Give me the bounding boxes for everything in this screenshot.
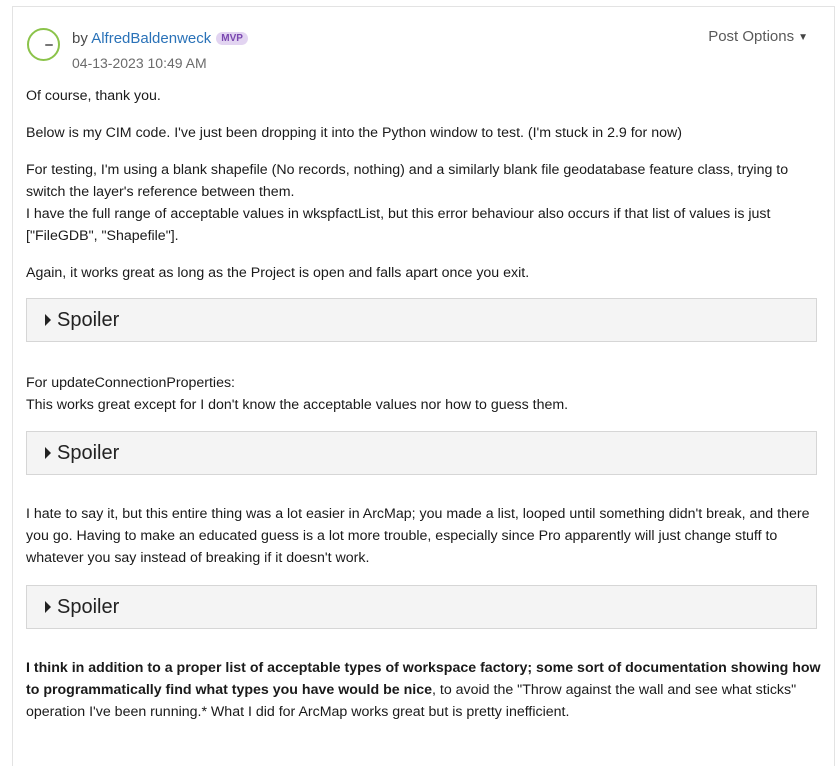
post-time-value: 10:49 AM	[147, 55, 207, 71]
spoiler-toggle[interactable]: Spoiler	[26, 298, 817, 342]
forum-post: by AlfredBaldenweck MVP 04-13-2023 10:49 …	[12, 6, 835, 766]
paragraph: I hate to say it, but this entire thing …	[26, 506, 810, 566]
mvp-badge: MVP	[216, 32, 248, 45]
paragraph: Again, it works great as long as the Pro…	[26, 265, 530, 281]
spoiler-label: Spoiler	[57, 309, 120, 331]
spoiler-toggle[interactable]: Spoiler	[26, 585, 817, 629]
paragraph-line: This works great except for I don't know…	[26, 397, 569, 413]
byline: by AlfredBaldenweck MVP	[72, 30, 248, 47]
by-prefix: by	[72, 30, 88, 47]
paragraph-line: For updateConnectionProperties:	[26, 375, 235, 391]
caret-right-icon	[45, 314, 51, 326]
paragraph-line: I have the full range of acceptable valu…	[26, 206, 771, 244]
paragraph: For updateConnectionProperties: This wor…	[26, 372, 821, 416]
post-options-label: Post Options	[708, 28, 795, 45]
post-date: 04-13-2023 10:49 AM	[72, 55, 207, 71]
avatar-mark	[45, 44, 53, 46]
paragraph: For testing, I'm using a blank shapefile…	[26, 159, 821, 247]
author-avatar[interactable]	[27, 28, 60, 61]
spoiler-label: Spoiler	[57, 596, 120, 618]
paragraph: Of course, thank you.	[26, 88, 161, 104]
caret-right-icon	[45, 601, 51, 613]
paragraph: I think in addition to a proper list of …	[26, 657, 821, 723]
paragraph: Below is my CIM code. I've just been dro…	[26, 125, 682, 141]
caret-right-icon	[45, 447, 51, 459]
spoiler-label: Spoiler	[57, 442, 120, 464]
spoiler-toggle[interactable]: Spoiler	[26, 431, 817, 475]
post-options-menu[interactable]: Post Options ▼	[708, 28, 808, 45]
post-date-value: 04-13-2023	[72, 55, 144, 71]
author-link[interactable]: AlfredBaldenweck	[91, 30, 211, 47]
caret-down-icon: ▼	[798, 32, 808, 43]
paragraph-line: For testing, I'm using a blank shapefile…	[26, 162, 789, 200]
